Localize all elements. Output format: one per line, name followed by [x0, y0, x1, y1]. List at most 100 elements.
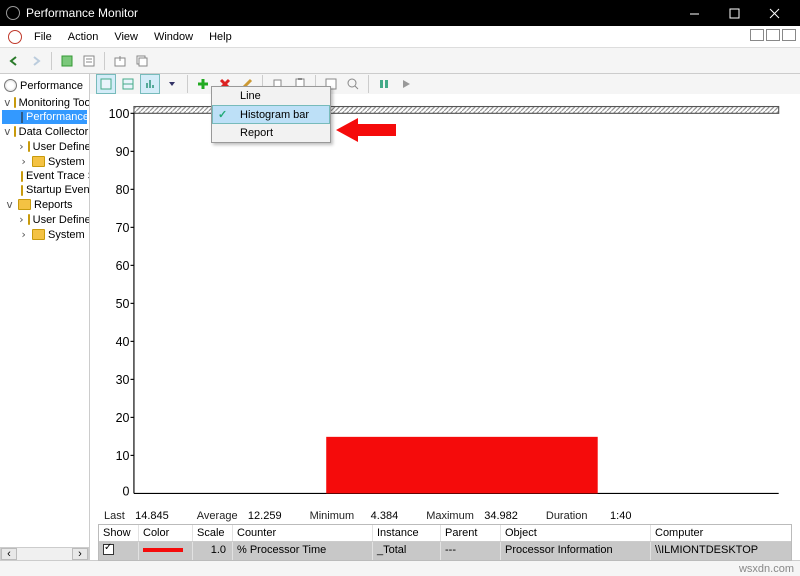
- tree-label: Monitoring Tools: [19, 97, 90, 109]
- folder-icon: [21, 185, 23, 196]
- menu-help[interactable]: Help: [201, 29, 240, 45]
- tree-reports-user-defined[interactable]: ›User Defined: [2, 212, 87, 227]
- cell-computer: \\ILMIONTDESKTOP: [651, 542, 791, 560]
- monitor-icon: [21, 112, 23, 123]
- tree-label: User Defined: [33, 141, 90, 153]
- cell-show[interactable]: [99, 542, 139, 560]
- check-icon: ✓: [218, 108, 234, 121]
- menu-item-line[interactable]: Line: [212, 87, 330, 105]
- menu-item-label: Histogram bar: [240, 109, 309, 121]
- svg-text:80: 80: [116, 183, 130, 197]
- menu-view[interactable]: View: [106, 29, 146, 45]
- back-button[interactable]: [4, 51, 24, 71]
- tree-root[interactable]: Performance: [2, 78, 87, 93]
- stat-min-value: 4.384: [358, 510, 398, 522]
- svg-text:70: 70: [116, 221, 130, 235]
- export-button[interactable]: [110, 51, 130, 71]
- menu-item-report[interactable]: Report: [212, 124, 330, 142]
- view-current-button[interactable]: [96, 74, 116, 94]
- freeze-button[interactable]: [374, 74, 394, 94]
- chart-toolbar: [90, 74, 800, 94]
- nav-tree: Performance vMonitoring Tools Performanc…: [0, 74, 90, 560]
- col-object[interactable]: Object: [501, 525, 651, 541]
- performance-icon: [4, 79, 17, 92]
- stats-bar: Last 14.845 Average 12.259 Minimum 4.384…: [90, 510, 800, 522]
- counter-table: Show Color Scale Counter Instance Parent…: [98, 524, 792, 561]
- minimize-button[interactable]: [674, 0, 714, 26]
- col-scale[interactable]: Scale: [193, 525, 233, 541]
- tree-label: Event Trace Sessions: [26, 170, 90, 182]
- menu-item-label: Report: [240, 127, 273, 139]
- folder-icon: [14, 126, 16, 137]
- folder-icon: [32, 229, 45, 240]
- tree-reports-system[interactable]: ›System: [2, 227, 87, 242]
- show-checkbox[interactable]: [103, 544, 114, 555]
- chart-bar: [326, 437, 597, 494]
- tree-reports[interactable]: vReports: [2, 197, 87, 212]
- menu-action[interactable]: Action: [60, 29, 107, 45]
- window-title: Performance Monitor: [26, 6, 674, 20]
- stat-min-label: Minimum: [310, 510, 355, 522]
- tree-scrollbar[interactable]: ‹›: [0, 547, 89, 560]
- close-button[interactable]: [754, 0, 794, 26]
- svg-text:100: 100: [109, 107, 130, 121]
- tree-label: User Defined: [33, 214, 90, 226]
- menu-file[interactable]: File: [26, 29, 60, 45]
- stat-last-value: 14.845: [129, 510, 169, 522]
- update-button[interactable]: [396, 74, 416, 94]
- col-computer[interactable]: Computer: [651, 525, 791, 541]
- titlebar: Performance Monitor: [0, 0, 800, 26]
- col-show[interactable]: Show: [99, 525, 139, 541]
- tree-event-trace[interactable]: Event Trace Sessions: [2, 169, 87, 183]
- forward-button[interactable]: [26, 51, 46, 71]
- main-area: Performance vMonitoring Tools Performanc…: [0, 74, 800, 560]
- credit-text: wsxdn.com: [739, 563, 794, 575]
- folder-icon: [32, 156, 45, 167]
- cell-parent: ---: [441, 542, 501, 560]
- add-counter-button[interactable]: [193, 74, 213, 94]
- view-log-button[interactable]: [118, 74, 138, 94]
- tree-label: Data Collector Sets: [19, 126, 90, 138]
- tree-system[interactable]: ›System: [2, 154, 87, 169]
- color-swatch: [143, 548, 183, 552]
- svg-text:50: 50: [116, 297, 130, 311]
- properties-button[interactable]: [79, 51, 99, 71]
- window-new-button[interactable]: [132, 51, 152, 71]
- chart-svg: 100 90 80 70 60 50 40 30 20 10 0: [100, 96, 790, 506]
- svg-text:90: 90: [116, 145, 130, 159]
- maximize-button[interactable]: [714, 0, 754, 26]
- stat-avg-value: 12.259: [242, 510, 282, 522]
- col-color[interactable]: Color: [139, 525, 193, 541]
- cell-color: [139, 542, 193, 560]
- col-counter[interactable]: Counter: [233, 525, 373, 541]
- tree-root-label: Performance: [20, 80, 83, 92]
- stat-dur-value: 1:40: [591, 510, 631, 522]
- app-icon-small: [8, 30, 22, 44]
- change-graph-type-button[interactable]: [140, 74, 160, 94]
- folder-icon: [28, 141, 30, 152]
- table-row[interactable]: 1.0 % Processor Time _Total --- Processo…: [99, 542, 791, 560]
- tree-performance-monitor[interactable]: Performance Monitor: [2, 110, 87, 124]
- tree-user-defined[interactable]: ›User Defined: [2, 139, 87, 154]
- table-header: Show Color Scale Counter Instance Parent…: [99, 525, 791, 542]
- folder-icon: [21, 171, 23, 182]
- graph-type-dropdown[interactable]: [162, 74, 182, 94]
- menu-window[interactable]: Window: [146, 29, 201, 45]
- tree-data-collector-sets[interactable]: vData Collector Sets: [2, 124, 87, 139]
- menu-item-histogram[interactable]: ✓ Histogram bar: [212, 105, 330, 124]
- col-parent[interactable]: Parent: [441, 525, 501, 541]
- col-instance[interactable]: Instance: [373, 525, 441, 541]
- content-pane: 100 90 80 70 60 50 40 30 20 10 0 La: [90, 74, 800, 560]
- show-hide-tree-button[interactable]: [57, 51, 77, 71]
- zoom-button[interactable]: [343, 74, 363, 94]
- svg-text:20: 20: [116, 411, 130, 425]
- statusbar: wsxdn.com: [0, 560, 800, 576]
- cell-scale: 1.0: [193, 542, 233, 560]
- svg-text:30: 30: [116, 373, 130, 387]
- tree-startup-event-trace[interactable]: Startup Event Trace Sessions: [2, 183, 87, 197]
- main-toolbar: [0, 48, 800, 74]
- window-mdi-icons[interactable]: [748, 29, 796, 44]
- folder-icon: [14, 97, 16, 108]
- tree-monitoring-tools[interactable]: vMonitoring Tools: [2, 95, 87, 110]
- graph-type-menu: Line ✓ Histogram bar Report: [211, 86, 331, 143]
